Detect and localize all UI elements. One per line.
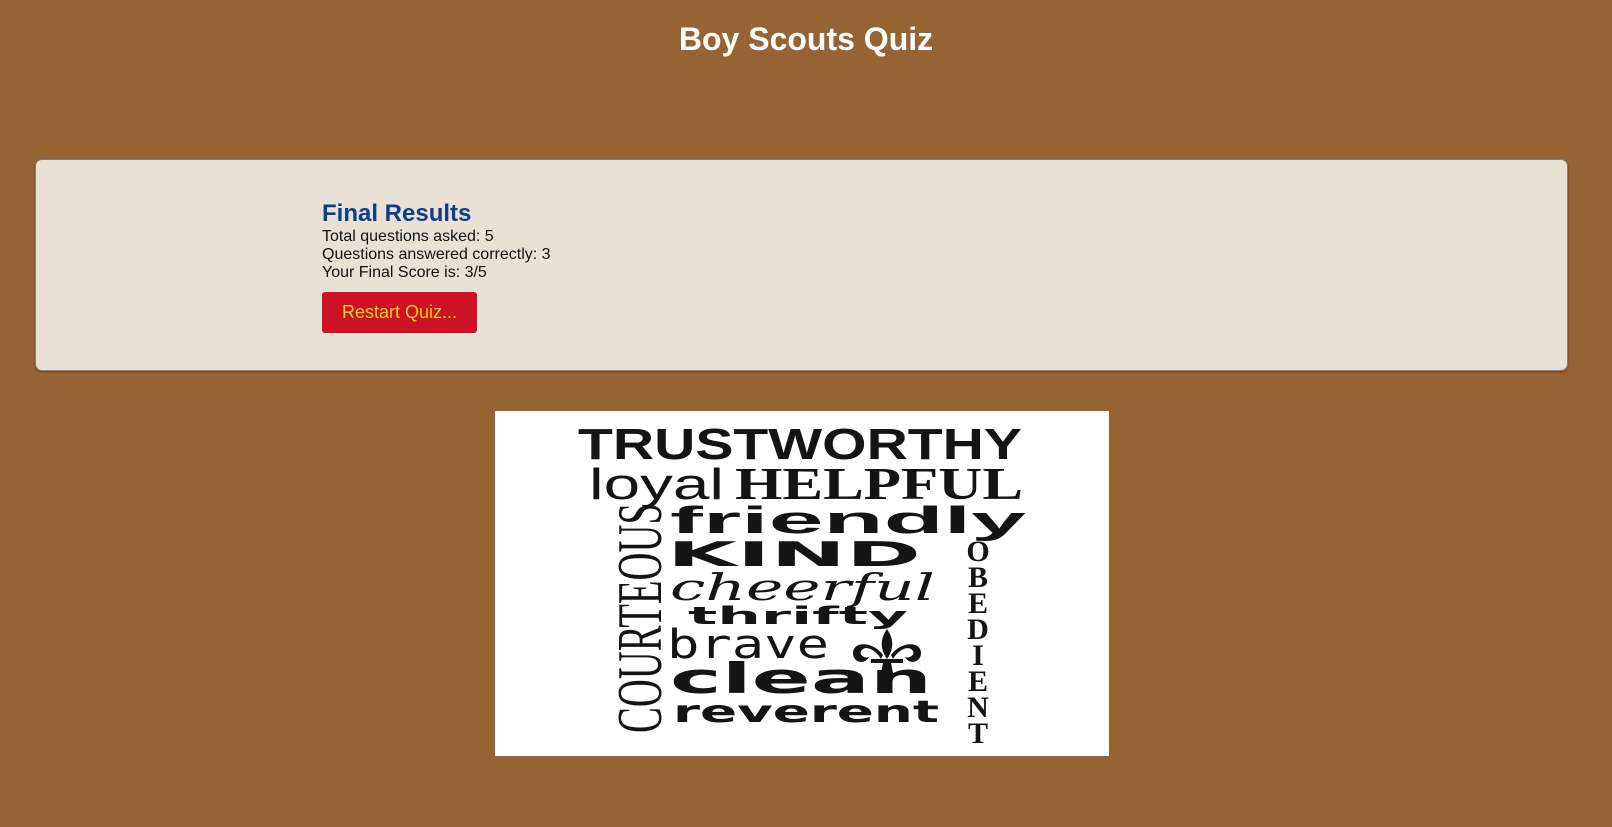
correct-answers-text: Questions answered correctly: 3 — [322, 246, 551, 263]
final-results-heading: Final Results — [322, 200, 472, 227]
final-results-section: Final Results Total questions asked: 5 Q… — [322, 200, 551, 333]
obedient-letter: T — [968, 717, 988, 750]
word-obedient: O B E D I E N T — [966, 535, 989, 750]
scout-law-word-art: TRUSTWORTHY loyal HELPFUL friendly KIND … — [578, 420, 1026, 750]
word-courteous: COURTEOUS — [604, 503, 675, 733]
final-score-text: Your Final Score is: 3/5 — [322, 264, 487, 281]
restart-quiz-button[interactable]: Restart Quiz... — [322, 292, 477, 333]
scout-law-poster: TRUSTWORTHY loyal HELPFUL friendly KIND … — [495, 411, 1109, 756]
results-card: Final Results Total questions asked: 5 Q… — [35, 159, 1568, 371]
total-questions-text: Total questions asked: 5 — [322, 228, 494, 245]
word-reverent: reverent — [673, 695, 939, 730]
page-title: Boy Scouts Quiz — [678, 21, 934, 57]
